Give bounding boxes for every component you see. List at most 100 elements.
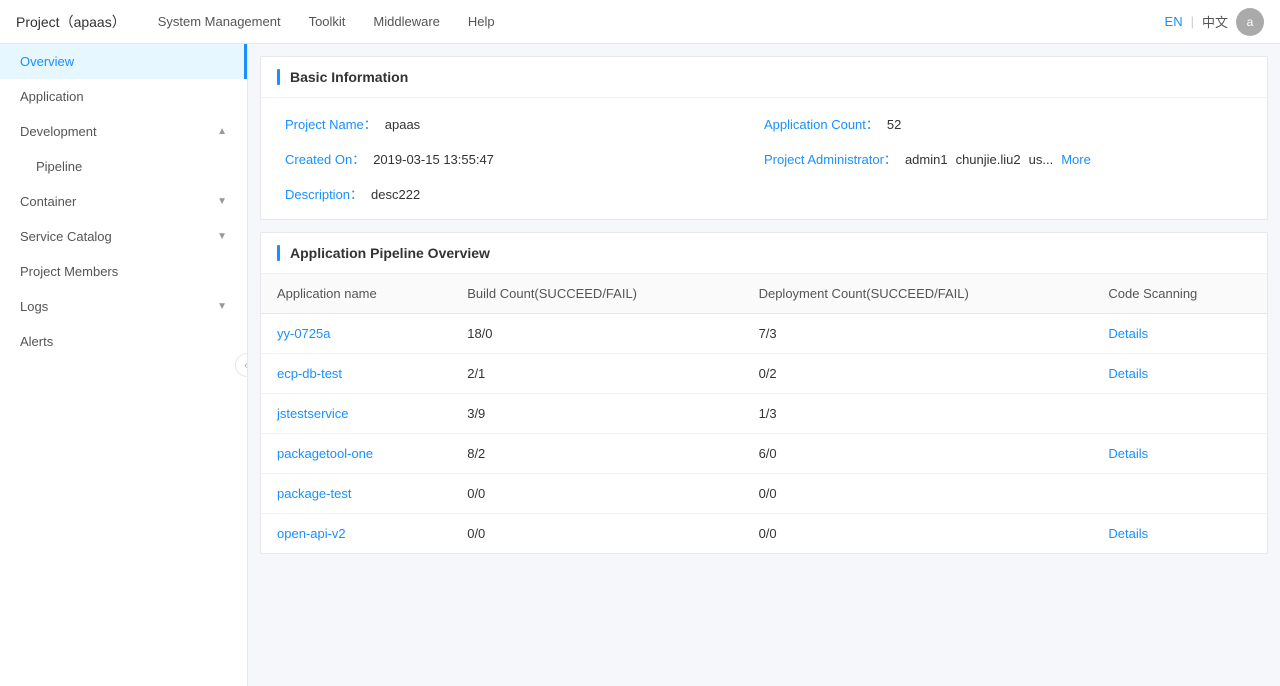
app-name-link[interactable]: yy-0725a	[277, 326, 330, 341]
nav-toolkit[interactable]: Toolkit	[309, 14, 346, 29]
pipeline-overview-title: Application Pipeline Overview	[290, 245, 490, 261]
deploy-count-cell: 0/0	[743, 514, 1093, 554]
sidebar-item-logs[interactable]: Logs ▼	[0, 289, 247, 324]
project-admin-row: Project Administrator： admin1 chunjie.li…	[764, 149, 1243, 168]
lang-separator: |	[1191, 14, 1194, 29]
app-name-cell: jstestservice	[261, 394, 451, 434]
table-row: jstestservice 3/91/3	[261, 394, 1267, 434]
pipeline-table-body: yy-0725a18/07/3Detailsecp-db-test2/10/2D…	[261, 314, 1267, 554]
basic-info-section: Basic Information Project Name： apaas Cr…	[260, 56, 1268, 220]
app-name-cell: yy-0725a	[261, 314, 451, 354]
service-catalog-collapse-icon: ▼	[217, 231, 227, 242]
details-link[interactable]: Details	[1108, 446, 1148, 461]
more-admins-link[interactable]: More	[1061, 152, 1091, 167]
pipeline-overview-header: Application Pipeline Overview	[261, 233, 1267, 274]
col-deploy-count: Deployment Count(SUCCEED/FAIL)	[743, 274, 1093, 314]
build-count-cell: 18/0	[451, 314, 742, 354]
sidebar-item-project-members[interactable]: Project Members	[0, 254, 247, 289]
basic-info-body: Project Name： apaas Created On： 2019-03-…	[261, 98, 1267, 219]
nav-help[interactable]: Help	[468, 14, 495, 29]
app-count-label: Application Count：	[764, 114, 879, 133]
scanning-cell: Details	[1092, 514, 1267, 554]
scanning-cell: Details	[1092, 354, 1267, 394]
sidebar-item-development[interactable]: Development ▲	[0, 114, 247, 149]
main-layout: Overview Application Development ▲ Pipel…	[0, 44, 1280, 686]
app-name-cell: ecp-db-test	[261, 354, 451, 394]
logs-collapse-icon: ▼	[217, 301, 227, 312]
details-link[interactable]: Details	[1108, 526, 1148, 541]
app-count-value: 52	[887, 117, 901, 132]
build-count-cell: 8/2	[451, 434, 742, 474]
deploy-count-cell: 0/2	[743, 354, 1093, 394]
col-build-count: Build Count(SUCCEED/FAIL)	[451, 274, 742, 314]
scanning-cell: Details	[1092, 314, 1267, 354]
build-count-cell: 3/9	[451, 394, 742, 434]
lang-en-button[interactable]: EN	[1165, 14, 1183, 29]
col-code-scanning: Code Scanning	[1092, 274, 1267, 314]
development-collapse-icon: ▲	[217, 126, 227, 137]
description-label: Description：	[285, 184, 363, 203]
nav-system-management[interactable]: System Management	[158, 14, 281, 29]
topnav-right: EN | 中文 a	[1165, 8, 1264, 36]
basic-info-header: Basic Information	[261, 57, 1267, 98]
project-admins-values: admin1 chunjie.liu2 us... More	[905, 152, 1091, 167]
sidebar-collapse-button[interactable]: «	[235, 353, 248, 377]
pipeline-table-head: Application name Build Count(SUCCEED/FAI…	[261, 274, 1267, 314]
sidebar-item-container[interactable]: Container ▼	[0, 184, 247, 219]
table-row: packagetool-one 8/26/0 Details	[261, 434, 1267, 474]
admin-2: chunjie.liu2	[956, 152, 1021, 167]
basic-info-left: Project Name： apaas Created On： 2019-03-…	[285, 114, 764, 203]
col-app-name: Application name	[261, 274, 451, 314]
sidebar-item-service-catalog[interactable]: Service Catalog ▼	[0, 219, 247, 254]
deploy-count-cell: 1/3	[743, 394, 1093, 434]
table-row: ecp-db-test2/10/2Details	[261, 354, 1267, 394]
lang-zh-button[interactable]: 中文	[1202, 12, 1228, 31]
deploy-count-cell: 6/0	[743, 434, 1093, 474]
table-row: open-api-v2 0/00/0 Details	[261, 514, 1267, 554]
section-bar	[277, 69, 280, 85]
description-row: Description： desc222	[285, 184, 764, 203]
created-on-label: Created On：	[285, 149, 365, 168]
sidebar-item-alerts[interactable]: Alerts	[0, 324, 247, 359]
brand-title[interactable]: Project（apaas）	[16, 12, 126, 32]
nav-links: System Management Toolkit Middleware Hel…	[158, 14, 1133, 29]
admin-3: us...	[1029, 152, 1054, 167]
pipeline-section-bar	[277, 245, 280, 261]
scanning-cell	[1092, 474, 1267, 514]
app-name-link[interactable]: jstestservice	[277, 406, 349, 421]
user-avatar[interactable]: a	[1236, 8, 1264, 36]
app-name-link[interactable]: package-test	[277, 486, 351, 501]
deploy-count-cell: 0/0	[743, 474, 1093, 514]
container-collapse-icon: ▼	[217, 196, 227, 207]
description-value: desc222	[371, 187, 420, 202]
table-row: package-test 0/00/0	[261, 474, 1267, 514]
basic-info-title: Basic Information	[290, 69, 408, 85]
sidebar: Overview Application Development ▲ Pipel…	[0, 44, 248, 686]
scanning-cell	[1092, 394, 1267, 434]
sidebar-item-pipeline[interactable]: Pipeline	[0, 149, 247, 184]
build-count-cell: 0/0	[451, 514, 742, 554]
table-row: yy-0725a 18/07/3 Details	[261, 314, 1267, 354]
main-content: Basic Information Project Name： apaas Cr…	[248, 44, 1280, 686]
top-nav: Project（apaas） System Management Toolkit…	[0, 0, 1280, 44]
build-count-cell: 0/0	[451, 474, 742, 514]
project-name-label: Project Name：	[285, 114, 377, 133]
nav-middleware[interactable]: Middleware	[373, 14, 439, 29]
project-admin-label: Project Administrator：	[764, 149, 897, 168]
deploy-count-cell: 7/3	[743, 314, 1093, 354]
app-name-link[interactable]: packagetool-one	[277, 446, 373, 461]
pipeline-overview-section: Application Pipeline Overview Applicatio…	[260, 232, 1268, 554]
app-name-cell: open-api-v2	[261, 514, 451, 554]
app-name-link[interactable]: open-api-v2	[277, 526, 346, 541]
app-name-cell: package-test	[261, 474, 451, 514]
app-name-link[interactable]: ecp-db-test	[277, 366, 342, 381]
admin-1: admin1	[905, 152, 948, 167]
sidebar-item-overview[interactable]: Overview	[0, 44, 247, 79]
created-on-value: 2019-03-15 13:55:47	[373, 152, 494, 167]
sidebar-item-application[interactable]: Application	[0, 79, 247, 114]
basic-info-right: Application Count： 52 Project Administra…	[764, 114, 1243, 203]
pipeline-table-header-row: Application name Build Count(SUCCEED/FAI…	[261, 274, 1267, 314]
created-on-row: Created On： 2019-03-15 13:55:47	[285, 149, 764, 168]
details-link[interactable]: Details	[1108, 366, 1148, 381]
details-link[interactable]: Details	[1108, 326, 1148, 341]
